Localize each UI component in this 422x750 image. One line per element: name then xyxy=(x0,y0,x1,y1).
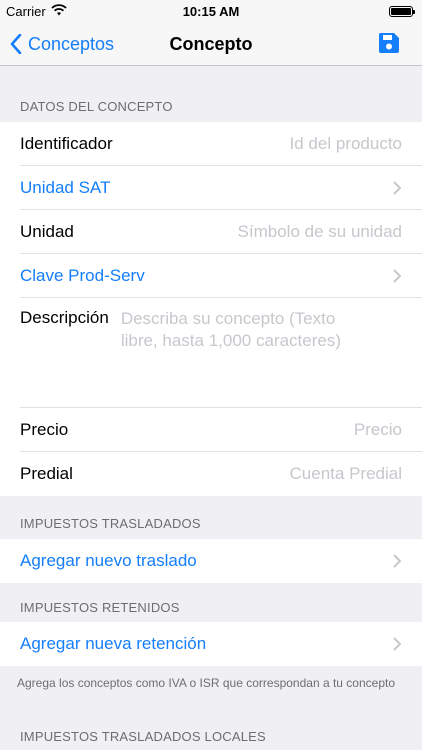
precio-input[interactable]: Precio xyxy=(354,420,402,440)
unidad-input[interactable]: Símbolo de su unidad xyxy=(238,222,402,242)
unidad-sat-row[interactable]: Unidad SAT xyxy=(0,166,422,210)
section-header-datos: DATOS DEL CONCEPTO xyxy=(20,99,173,114)
retenidos-footer-note: Agrega los conceptos como IVA o ISR que … xyxy=(17,676,396,690)
unidad-row[interactable]: Unidad Símbolo de su unidad xyxy=(0,210,422,254)
predial-label: Predial xyxy=(20,464,73,483)
agregar-retencion-button[interactable]: Agregar nueva retención xyxy=(20,634,206,654)
agregar-traslado-button[interactable]: Agregar nuevo traslado xyxy=(20,551,197,571)
section-header-locales: IMPUESTOS TRASLADADOS LOCALES xyxy=(20,729,266,744)
precio-label: Precio xyxy=(20,420,69,439)
predial-input[interactable]: Cuenta Predial xyxy=(290,464,402,484)
battery-icon xyxy=(389,6,415,17)
page-title: Concepto xyxy=(169,34,253,54)
section-header-trasladados: IMPUESTOS TRASLADADOS xyxy=(20,516,201,531)
chevron-right-icon xyxy=(393,554,401,568)
identificador-label: Identificador xyxy=(20,134,113,153)
unidad-label: Unidad xyxy=(20,222,74,241)
agregar-traslado-row[interactable]: Agregar nuevo traslado xyxy=(0,539,422,583)
chevron-right-icon xyxy=(393,181,401,195)
precio-row[interactable]: Precio Precio xyxy=(0,408,422,452)
predial-row[interactable]: Predial Cuenta Predial xyxy=(0,452,422,496)
chevron-right-icon xyxy=(393,637,401,651)
descripcion-row[interactable]: Descripción Describa su concepto (Texto … xyxy=(0,298,422,408)
floppy-disk-icon[interactable] xyxy=(378,32,400,54)
clave-prod-serv-label: Clave Prod-Serv xyxy=(20,266,145,285)
clave-prod-serv-row[interactable]: Clave Prod-Serv xyxy=(0,254,422,298)
unidad-sat-label: Unidad SAT xyxy=(20,178,111,197)
agregar-retencion-row[interactable]: Agregar nueva retención xyxy=(0,622,422,666)
datos-group: Identificador Id del producto Unidad SAT… xyxy=(0,122,422,496)
retenidos-group: Agregar nueva retención xyxy=(0,622,422,666)
trasladados-group: Agregar nuevo traslado xyxy=(0,539,422,583)
navigation-bar: Conceptos Concepto xyxy=(0,22,422,66)
status-bar: Carrier 10:15 AM xyxy=(0,0,422,22)
status-time: 10:15 AM xyxy=(182,4,240,19)
descripcion-textarea[interactable]: Describa su concepto (Texto libre, hasta… xyxy=(121,308,361,352)
descripcion-label: Descripción xyxy=(20,308,109,327)
chevron-right-icon xyxy=(393,269,401,283)
identificador-input[interactable]: Id del producto xyxy=(290,134,402,154)
identificador-row[interactable]: Identificador Id del producto xyxy=(0,122,422,166)
section-header-retenidos: IMPUESTOS RETENIDOS xyxy=(20,600,180,615)
